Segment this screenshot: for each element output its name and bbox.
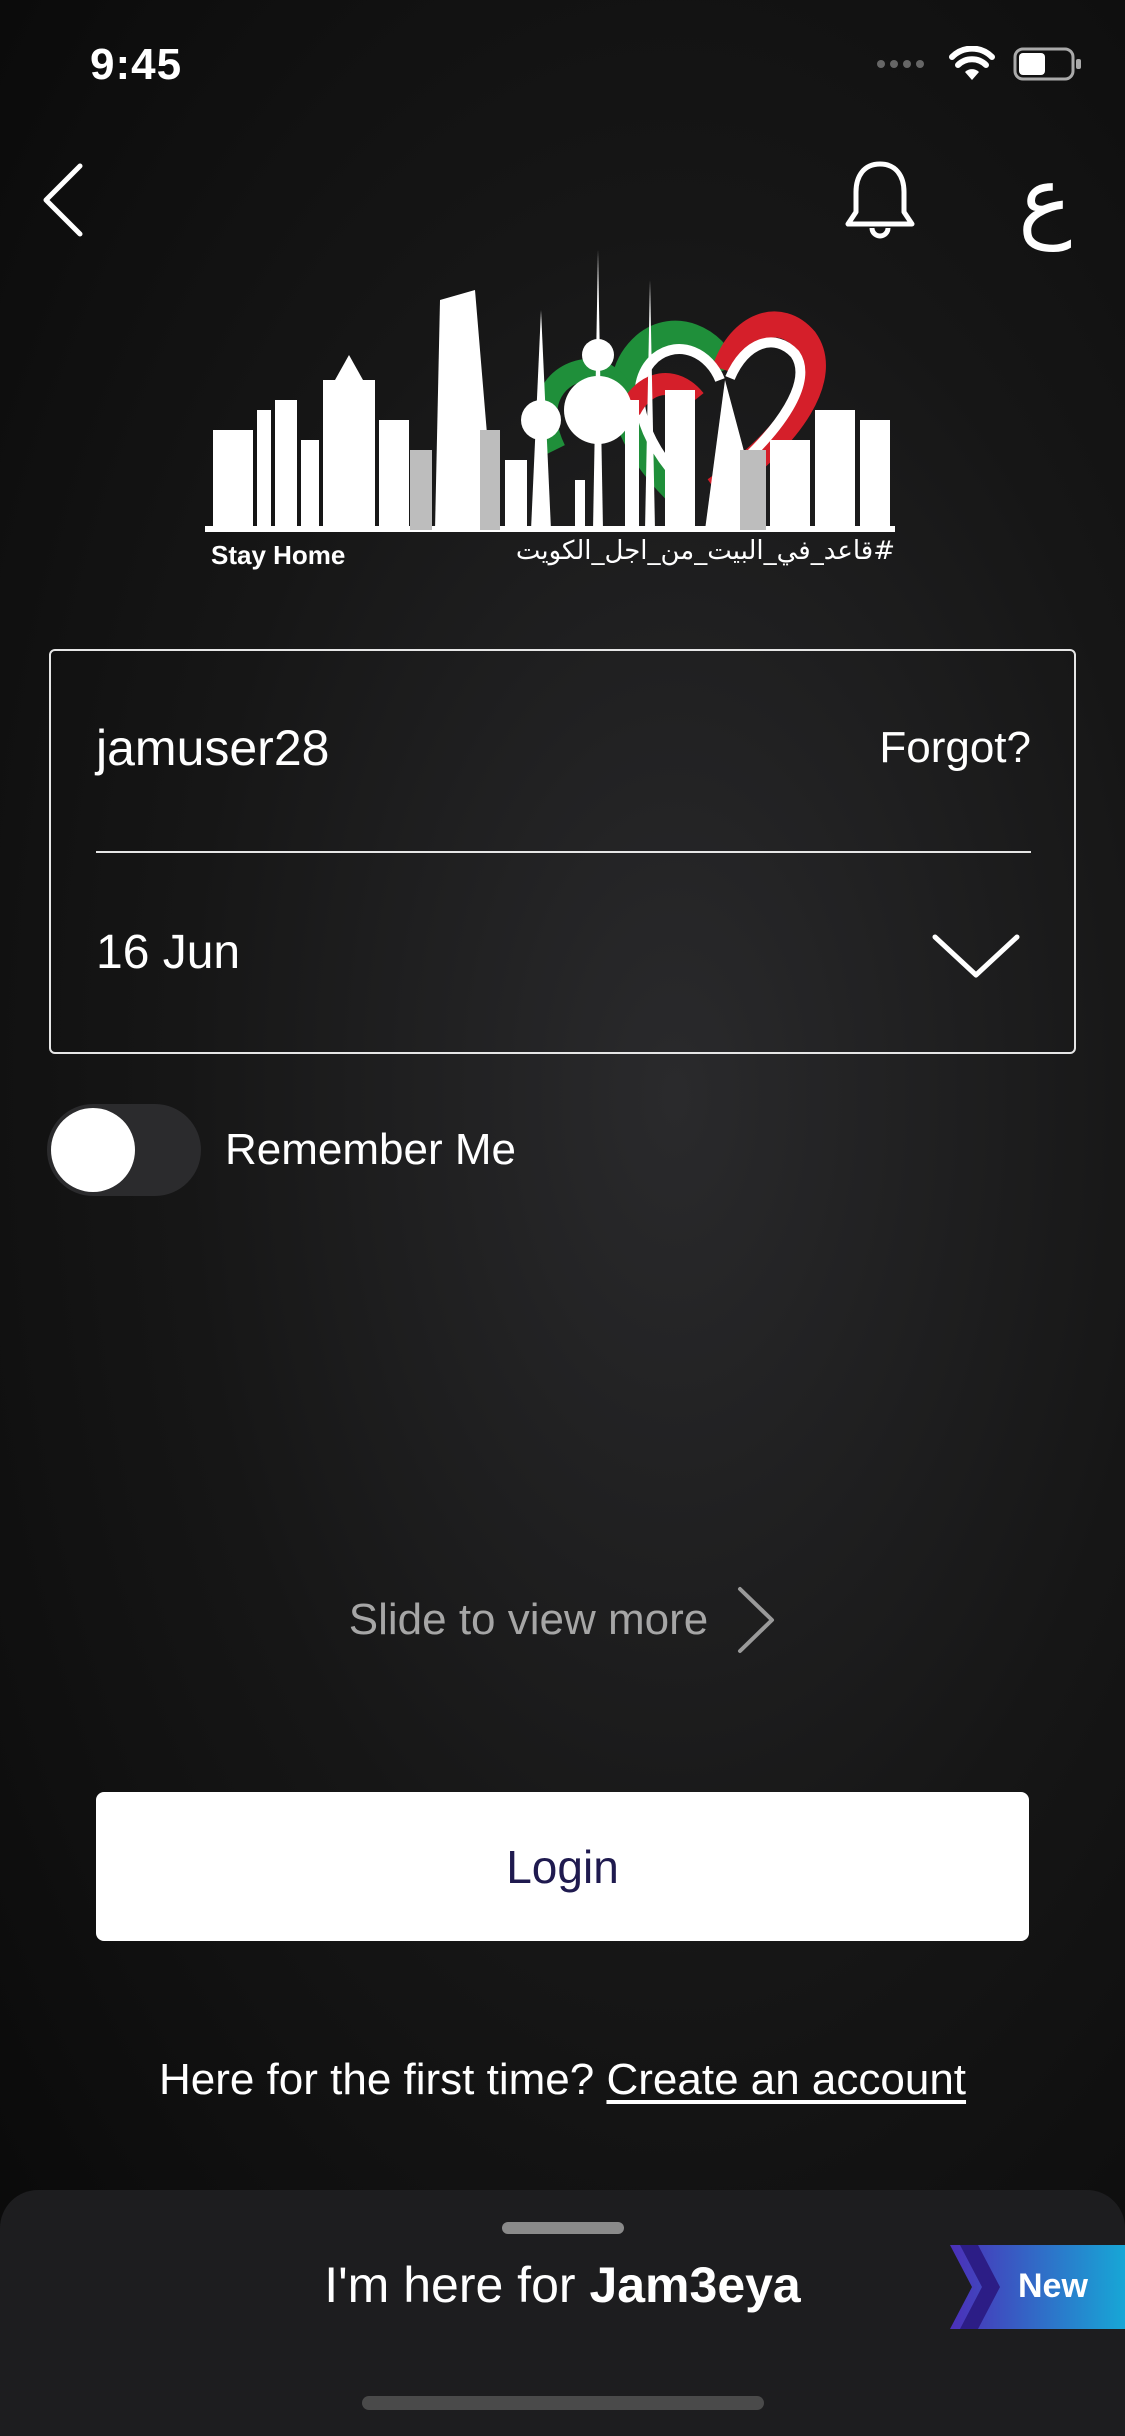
sheet-brand-text: Jam3eya (589, 2257, 801, 2313)
remember-me-toggle[interactable] (47, 1104, 201, 1196)
signup-prompt-text: Here for the first time? (158, 2055, 595, 2104)
login-button[interactable]: Login (96, 1792, 1029, 1941)
battery-icon (1013, 47, 1081, 81)
username-field[interactable]: jamuser28 Forgot? (96, 651, 1031, 853)
banner-arabic-hashtag: #قاعد_في_البيت_من_اجل_الكويت (515, 536, 895, 566)
top-nav: ع (0, 150, 1125, 250)
kuwait-skyline-image (205, 250, 895, 532)
username-value[interactable]: jamuser28 (96, 719, 329, 777)
slide-to-view-more-label: Slide to view more (348, 1595, 709, 1644)
date-dropdown[interactable]: 16 Jun (96, 853, 1031, 1053)
remember-me-label: Remember Me (225, 1125, 516, 1174)
chevron-right-icon (738, 1587, 775, 1653)
home-indicator[interactable] (362, 2396, 764, 2410)
chevron-down-icon[interactable] (931, 931, 1021, 981)
signup-prompt-row: Here for the first time? Create an accou… (0, 2055, 1125, 2105)
bell-icon (845, 161, 915, 239)
toggle-knob (51, 1108, 135, 1192)
new-badge: New (950, 2245, 1125, 2329)
sheet-grabber-handle[interactable] (502, 2222, 624, 2234)
forgot-link[interactable]: Forgot? (879, 723, 1031, 773)
status-time: 9:45 (90, 40, 183, 89)
sheet-prefix-text: I'm here for (324, 2257, 576, 2313)
language-toggle-button[interactable]: ع (1005, 150, 1085, 250)
slide-to-view-more[interactable]: Slide to view more (0, 1580, 1125, 1660)
status-icons (875, 46, 1083, 82)
date-value: 16 Jun (96, 926, 241, 979)
remember-me-row: Remember Me (47, 1104, 516, 1196)
create-account-link[interactable]: Create an account (606, 2055, 966, 2104)
banner-english-text: Stay Home (211, 540, 346, 570)
notifications-button[interactable] (836, 150, 924, 250)
login-form: jamuser28 Forgot? 16 Jun (49, 649, 1076, 1054)
wifi-icon (949, 46, 995, 80)
back-button[interactable] (40, 150, 100, 250)
new-badge-label: New (1018, 2267, 1088, 2305)
stay-home-banner: Stay Home #قاعد_في_البيت_من_اجل_الكويت (205, 250, 905, 580)
signal-icon (877, 60, 924, 68)
status-bar: 9:45 (0, 0, 1125, 132)
chevron-left-icon (43, 163, 83, 237)
